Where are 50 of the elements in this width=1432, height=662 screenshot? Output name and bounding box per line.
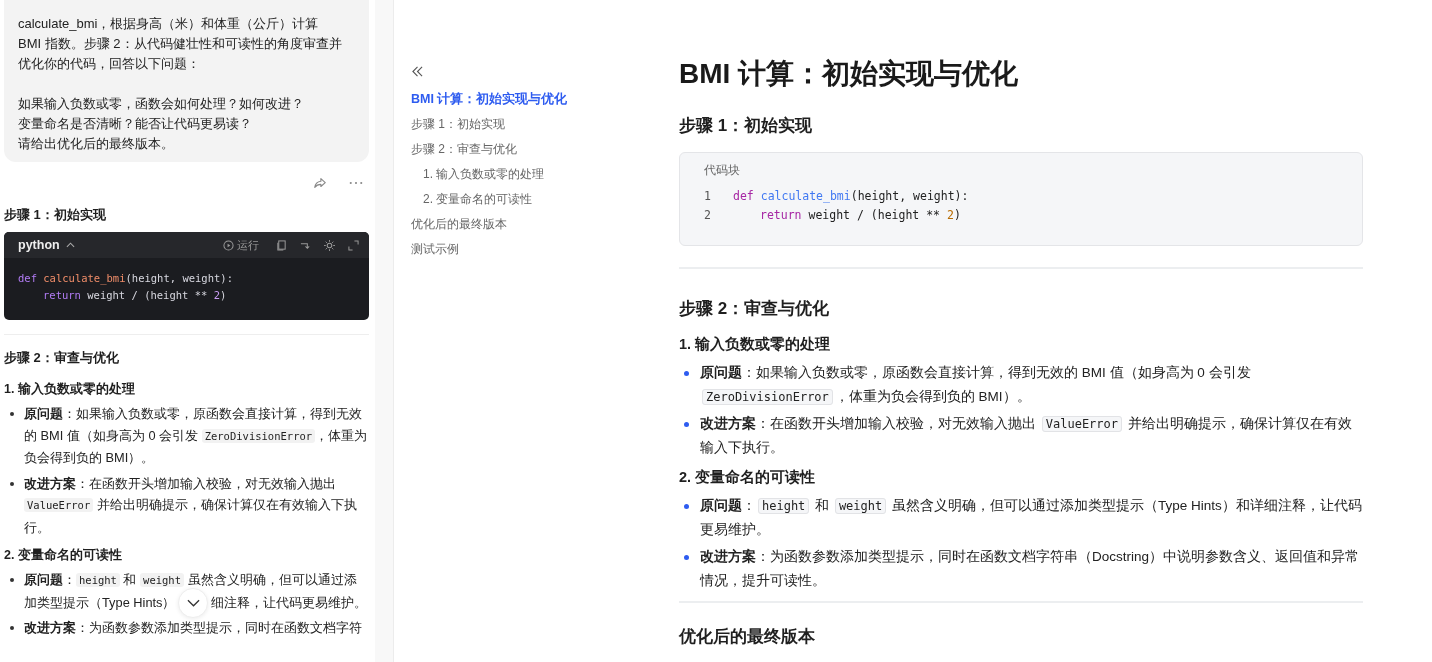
bullet-text: 原问题： height 和 weight 虽然含义明确，但可以通过添加类型提示（Type Hints） 细注释，让代码更易维护。 bbox=[24, 569, 369, 613]
subsection-heading: 1. 输入负数或零的处理 bbox=[679, 335, 832, 354]
toc-link[interactable]: 1. 输入负数或零的处理 bbox=[411, 162, 545, 187]
bullet-text: 改进方案：为函数参数添加类型提示，同时在函数文档字符串（Docstring）中说明参数含义、返回值和异常情况，提升可读性。 bbox=[700, 548, 1361, 590]
line-number: 1 bbox=[704, 188, 712, 205]
section-heading: 步骤 1：初始实现 bbox=[4, 206, 107, 224]
subsection-heading: 2. 变量命名的可读性 bbox=[4, 547, 123, 564]
bullet-text: 原问题：如果输入负数或零，原函数会直接计算，得到无效的 BMI 值（如身高为 0 会引发 ZeroDivisionError ，体重为负会得到负的 BMI）。 bbox=[700, 364, 1252, 407]
toc-link[interactable]: 测试示例 bbox=[411, 237, 459, 262]
prompt-text: BMI 指数。步骤 2：从代码健壮性和可读性的角度审查并 bbox=[18, 35, 343, 53]
sun-icon[interactable] bbox=[324, 239, 335, 251]
section-heading: 步骤 2：审查与优化 bbox=[4, 349, 120, 367]
chevron-down-icon bbox=[186, 599, 200, 608]
section-heading: 步骤 1：初始实现 bbox=[679, 115, 814, 137]
prompt-text: 请给出优化后的最终版本。 bbox=[18, 135, 175, 153]
toc-link[interactable]: BMI 计算：初始实现与优化 bbox=[411, 87, 568, 112]
line-number: 2 bbox=[704, 207, 712, 224]
bullet-text: 改进方案：在函数开头增加输入校验，对无效输入抛出 ValueError 并给出明确提示，确保计算仅在有效输入下执行。 bbox=[700, 415, 1353, 457]
prompt-text: 如果输入负数或零，函数会如何处理？如何改进？ bbox=[18, 95, 305, 113]
caret-icon[interactable] bbox=[65, 242, 75, 248]
copy-icon[interactable] bbox=[276, 239, 287, 251]
play-icon bbox=[223, 239, 234, 251]
section-heading: 优化后的最终版本 bbox=[679, 626, 816, 648]
document-title: BMI 计算：初始实现与优化 bbox=[679, 57, 1020, 91]
bullet-text: 原问题：如果输入负数或零，原函数会直接计算，得到无效的 BMI 值（如身高为 0 会引发 ZeroDivisionError ，体重为负会得到负的 BMI）。 bbox=[24, 405, 369, 467]
more-icon[interactable] bbox=[349, 180, 363, 186]
collapse-icon[interactable] bbox=[411, 66, 424, 77]
scroll-down-button[interactable] bbox=[178, 588, 209, 619]
prompt-text: 优化你的代码，回答以下问题： bbox=[18, 55, 201, 73]
prompt-text: calculate_bmi，根据身高（米）和体重（公斤）计算 bbox=[18, 15, 320, 33]
code-block-label: 代码块 bbox=[704, 162, 741, 179]
bullet-text: 原问题： height 和 weight 虽然含义明确，但可以通过添加类型提示（Type Hints）和详细注释，让代码更易维护。 bbox=[700, 497, 1363, 539]
expand-icon[interactable] bbox=[348, 239, 359, 251]
subsection-heading: 1. 输入负数或零的处理 bbox=[4, 381, 136, 398]
toc-link[interactable]: 步骤 1：初始实现 bbox=[411, 112, 505, 137]
toc-link[interactable]: 2. 变量命名的可读性 bbox=[411, 187, 533, 212]
code-line: return weight / (height ** 2) bbox=[42, 288, 228, 303]
section-heading: 步骤 2：审查与优化 bbox=[679, 298, 831, 320]
code-line: return weight / (height ** 2) bbox=[759, 207, 961, 224]
bullet-text: 改进方案：为函数参数添加类型提示，同时在函数文档字符 bbox=[24, 619, 362, 637]
toc-link[interactable]: 步骤 2：审查与优化 bbox=[411, 137, 517, 162]
prompt-text: 变量命名是否清晰？能否让代码更易读？ bbox=[18, 115, 253, 133]
toc-link[interactable]: 优化后的最终版本 bbox=[411, 212, 507, 237]
code-line: def calculate_bmi(height, weight): bbox=[733, 188, 969, 205]
share-icon[interactable] bbox=[313, 176, 327, 190]
bullet-text: 改进方案：在函数开头增加输入校验，对无效输入抛出 ValueError 并给出明确提示，确保计算仅在有效输入下执行。 bbox=[24, 474, 358, 537]
code-line: def calculate_bmi(height, weight): bbox=[18, 271, 234, 287]
subsection-heading: 2. 变量命名的可读性 bbox=[679, 468, 817, 487]
language-label: python bbox=[18, 238, 60, 252]
run-button[interactable]: 运行 bbox=[219, 237, 263, 253]
